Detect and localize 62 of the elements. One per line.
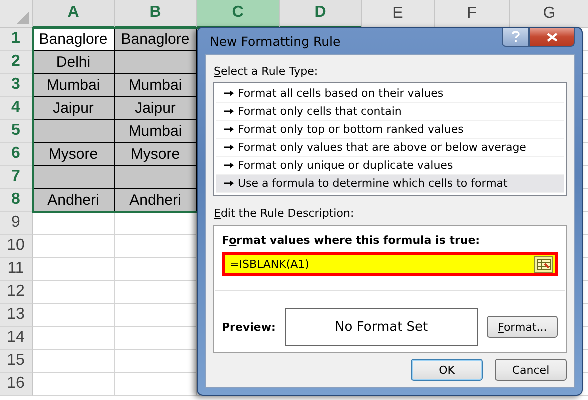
column-header[interactable]: A bbox=[33, 0, 115, 28]
table-cell: Mumbai bbox=[33, 74, 115, 97]
table-cell: Mysore bbox=[33, 143, 115, 166]
row-header[interactable]: 10 bbox=[0, 235, 33, 258]
close-button[interactable] bbox=[529, 28, 575, 47]
table-cell: Delhi bbox=[33, 51, 115, 74]
section-label: Select a Rule Type: bbox=[214, 65, 320, 78]
column-header[interactable]: B bbox=[115, 0, 197, 28]
window-title: New Formatting Rule bbox=[209, 34, 341, 48]
close-icon bbox=[546, 32, 558, 42]
arrow-icon bbox=[224, 108, 234, 115]
row-header[interactable]: 6 bbox=[0, 143, 33, 166]
grid-icon bbox=[536, 258, 550, 270]
help-button[interactable] bbox=[502, 28, 529, 47]
table-cell: Mumbai bbox=[115, 74, 197, 97]
preview-label: Preview: bbox=[222, 320, 276, 334]
preview-box: No Format Set bbox=[284, 308, 478, 346]
list-item[interactable]: Format only values that are above or below average bbox=[216, 139, 564, 157]
range-select-button[interactable] bbox=[534, 256, 553, 272]
table-cell: Andheri bbox=[115, 189, 197, 212]
dialog-button[interactable]: OK bbox=[411, 359, 483, 381]
table-cell: Jaipur bbox=[115, 97, 197, 120]
field-label: Format values where this formula is true: bbox=[222, 234, 482, 247]
list-item[interactable]: Use a formula to determine which cells to format bbox=[216, 175, 564, 193]
list-item[interactable]: Format only top or bottom ranked values bbox=[216, 121, 564, 139]
table-cell: Andheri bbox=[33, 189, 115, 212]
table-cell: Jaipur bbox=[33, 97, 115, 120]
arrow-icon bbox=[224, 144, 234, 151]
row-header[interactable]: 14 bbox=[0, 327, 33, 350]
arrow-icon bbox=[224, 126, 234, 133]
arrow-icon bbox=[224, 162, 234, 169]
arrow-icon bbox=[224, 90, 234, 97]
table-cell: Mumbai bbox=[115, 120, 197, 143]
row-header[interactable]: 12 bbox=[0, 281, 33, 304]
row-header[interactable]: 8 bbox=[0, 189, 33, 212]
table-cell: Mysore bbox=[115, 143, 197, 166]
row-header[interactable]: 4 bbox=[0, 97, 33, 120]
list-item[interactable]: Format only cells that contain bbox=[216, 103, 564, 121]
row-header[interactable]: 7 bbox=[0, 166, 33, 189]
help-icon bbox=[512, 31, 520, 43]
format-button[interactable]: Format... bbox=[487, 316, 558, 338]
column-header[interactable]: G bbox=[510, 0, 588, 28]
row-header[interactable]: 13 bbox=[0, 304, 33, 327]
row-header[interactable]: 1 bbox=[0, 28, 33, 51]
column-header[interactable]: F bbox=[435, 0, 510, 28]
formula-field[interactable]: =ISBLANK(A1) bbox=[222, 252, 558, 276]
row-header[interactable]: 11 bbox=[0, 258, 33, 281]
arrow-icon bbox=[224, 180, 234, 187]
column-header[interactable]: E bbox=[362, 0, 435, 28]
list-item[interactable]: Format all cells based on their values bbox=[216, 85, 564, 103]
row-header[interactable]: 5 bbox=[0, 120, 33, 143]
column-header[interactable]: D bbox=[280, 0, 362, 28]
section-label: Edit the Rule Description: bbox=[214, 207, 356, 220]
row-header[interactable]: 3 bbox=[0, 74, 33, 97]
column-header[interactable]: C bbox=[197, 0, 280, 28]
row-header[interactable]: 16 bbox=[0, 373, 33, 396]
table-cell: Banaglore bbox=[115, 28, 197, 51]
row-header[interactable]: 2 bbox=[0, 51, 33, 74]
row-header[interactable]: 15 bbox=[0, 350, 33, 373]
row-header[interactable]: 9 bbox=[0, 212, 33, 235]
dialog-button[interactable]: Cancel bbox=[495, 359, 567, 381]
table-cell: Banaglore bbox=[33, 28, 115, 51]
